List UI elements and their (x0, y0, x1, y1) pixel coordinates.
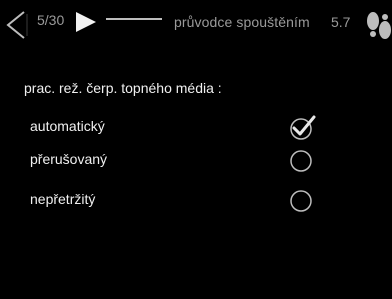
option-label: nepřetržitý (30, 191, 96, 207)
guide-title: průvodce spouštěním (174, 14, 310, 30)
option-label: přerušovaný (30, 151, 108, 167)
chevron-left-icon[interactable] (4, 10, 28, 45)
radio-circle-icon[interactable] (287, 148, 321, 179)
option-continuous[interactable]: nepřetržitý (30, 188, 350, 212)
play-right-icon[interactable] (74, 11, 98, 38)
page-counter: 5/30 (37, 12, 65, 28)
guide-number: 5.7 (331, 14, 351, 30)
footprints-icon (364, 10, 392, 49)
option-intermittent[interactable]: přerušovaný (30, 148, 350, 172)
parameter-label: prac. rež. čerp. topného média : (24, 80, 222, 96)
option-label: automatický (30, 118, 105, 134)
divider-line (106, 18, 162, 20)
top-bar: 5/30 průvodce spouštěním 5.7 (0, 0, 392, 52)
checkmark-icon[interactable] (287, 115, 321, 146)
radio-circle-icon[interactable] (287, 188, 321, 219)
option-automatic[interactable]: automatický (30, 115, 350, 140)
